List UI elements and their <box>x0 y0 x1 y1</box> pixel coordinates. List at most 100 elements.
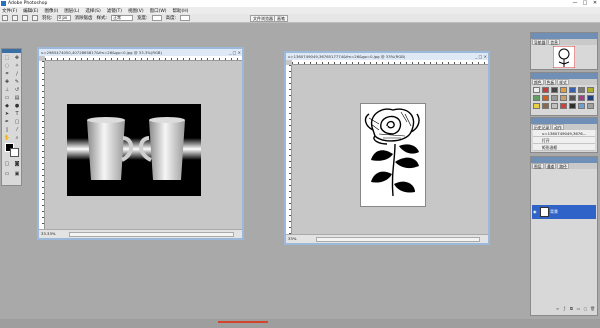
style-select[interactable]: 正常 <box>111 15 134 21</box>
tab-paths[interactable]: 路径 <box>557 163 569 169</box>
move-tool-icon[interactable]: ✥ <box>13 55 21 62</box>
vertical-ruler[interactable] <box>39 61 45 229</box>
new-layer-icon[interactable]: ▢ <box>583 306 588 311</box>
zoom-level[interactable]: 33.33% <box>41 231 55 236</box>
antialias-label[interactable]: 消除锯齿 <box>75 15 93 21</box>
document-title-bar[interactable]: u=1360749049,3676517774&fm=26&gp=0.jpg @… <box>286 53 488 60</box>
style-swatch[interactable] <box>542 87 549 93</box>
notes-tool-icon[interactable]: ▯ <box>3 127 11 134</box>
crop-tool-icon[interactable]: ⌗ <box>3 71 11 78</box>
feather-field[interactable]: 0 px <box>56 15 71 21</box>
type-tool-icon[interactable]: T <box>13 111 21 118</box>
menu-window[interactable]: 窗口(W) <box>150 8 167 14</box>
dodge-tool-icon[interactable]: ● <box>13 103 21 110</box>
eyedropper-icon[interactable]: ⁄ <box>13 127 21 134</box>
tab-styles[interactable]: 样式 <box>557 79 569 85</box>
style-swatch[interactable] <box>533 103 540 109</box>
style-swatch[interactable] <box>533 87 540 93</box>
new-group-icon[interactable]: ▭ <box>576 306 581 311</box>
style-swatch[interactable] <box>542 95 549 101</box>
document-window-controls[interactable]: _ □ × <box>229 49 241 56</box>
shape-tool-icon[interactable]: ▢ <box>13 119 21 126</box>
menu-filter[interactable]: 滤镜(T) <box>107 8 122 14</box>
tab-swatches[interactable]: 色板 <box>544 79 557 85</box>
style-swatch[interactable] <box>533 95 540 101</box>
close-button[interactable]: ✕ <box>590 0 600 7</box>
hand-tool-icon[interactable]: ✋ <box>3 135 11 142</box>
quick-mask-on-icon[interactable]: ◙ <box>13 161 21 168</box>
new-selection-icon[interactable] <box>12 15 18 21</box>
document-title-bar[interactable]: u=2985474050,4072865817&fm=26&gp=0.jpg @… <box>39 49 242 56</box>
eye-icon[interactable]: ◉ <box>533 205 537 219</box>
document-window-rose[interactable]: u=1360749049,3676517774&fm=26&gp=0.jpg @… <box>284 51 490 245</box>
trash-icon[interactable]: 🗑 <box>590 306 595 311</box>
healing-brush-icon[interactable]: ✚ <box>3 79 11 86</box>
screen-mode-icon[interactable]: ▭ <box>3 171 11 178</box>
style-swatch[interactable] <box>542 103 549 109</box>
menu-image[interactable]: 图像(I) <box>44 8 58 14</box>
tab-channels[interactable]: 通道 <box>544 163 557 169</box>
horizontal-ruler[interactable] <box>292 60 488 65</box>
style-swatch[interactable] <box>578 103 585 109</box>
magic-wand-icon[interactable]: ✧ <box>13 63 21 70</box>
path-select-icon[interactable]: ➤ <box>3 111 11 118</box>
quick-mask-off-icon[interactable]: ▢ <box>3 161 11 168</box>
width-field[interactable] <box>151 15 162 21</box>
clone-stamp-icon[interactable]: ⊥ <box>3 87 11 94</box>
style-swatch[interactable] <box>551 87 558 93</box>
style-swatch[interactable] <box>587 87 594 93</box>
style-swatch[interactable] <box>551 103 558 109</box>
style-swatch[interactable] <box>551 95 558 101</box>
add-selection-icon[interactable] <box>22 15 28 21</box>
link-layers-icon[interactable]: ∞ <box>555 306 560 311</box>
menu-file[interactable]: 文件(F) <box>2 8 17 14</box>
style-swatch[interactable] <box>578 95 585 101</box>
file-browser-tab[interactable]: 文件浏览器 <box>250 15 276 22</box>
tab-color[interactable]: 颜色 <box>532 79 544 85</box>
zoom-tool-icon[interactable]: ⌕ <box>13 135 21 142</box>
tab-navigator[interactable]: 导航器 <box>532 39 548 45</box>
style-swatch[interactable] <box>587 95 594 101</box>
horizontal-scrollbar[interactable] <box>69 232 234 237</box>
history-item-marquee[interactable]: 矩形选框 <box>533 144 595 151</box>
full-screen-icon[interactable]: ▣ <box>13 171 21 178</box>
style-swatch[interactable] <box>587 103 594 109</box>
style-swatch[interactable] <box>560 103 567 109</box>
layer-row-background[interactable]: ◉ 背景 <box>532 205 596 219</box>
style-swatch[interactable] <box>560 95 567 101</box>
menu-view[interactable]: 视图(V) <box>128 8 144 14</box>
zoom-level[interactable]: 33% <box>288 236 296 241</box>
history-snapshot[interactable]: u=1360749049,3676... <box>533 130 595 137</box>
marquee-preset-icon[interactable] <box>2 15 8 21</box>
layer-style-icon[interactable]: ƒ <box>562 306 567 311</box>
history-item-open[interactable]: 打开 <box>533 137 595 144</box>
style-swatch[interactable] <box>560 87 567 93</box>
eraser-tool-icon[interactable]: ▭ <box>3 95 11 102</box>
lasso-tool-icon[interactable]: ◌ <box>3 63 11 70</box>
style-swatch[interactable] <box>569 95 576 101</box>
tab-info[interactable]: 信息 <box>548 39 560 45</box>
tab-layers[interactable]: 图层 <box>532 163 544 169</box>
vertical-ruler[interactable] <box>286 65 292 234</box>
gradient-tool-icon[interactable]: ▤ <box>13 95 21 102</box>
navigator-thumbnail[interactable] <box>553 46 575 68</box>
menu-edit[interactable]: 编辑(E) <box>23 8 38 14</box>
maximize-button[interactable]: □ <box>580 0 590 7</box>
style-swatch[interactable] <box>569 103 576 109</box>
subtract-selection-icon[interactable] <box>32 15 38 21</box>
minimize-button[interactable]: — <box>570 0 580 7</box>
document-window-controls[interactable]: _ □ × <box>475 53 487 60</box>
pen-tool-icon[interactable]: ✒ <box>3 119 11 126</box>
brushes-tab[interactable]: 画笔 <box>274 15 288 22</box>
slice-tool-icon[interactable]: ∕ <box>13 71 21 78</box>
menu-help[interactable]: 帮助(H) <box>173 8 189 14</box>
document-window-cups[interactable]: u=2985474050,4072865817&fm=26&gp=0.jpg @… <box>37 47 244 240</box>
horizontal-ruler[interactable] <box>45 56 242 61</box>
style-swatch[interactable] <box>578 87 585 93</box>
menu-layer[interactable]: 图层(L) <box>64 8 79 14</box>
menu-select[interactable]: 选择(S) <box>85 8 100 14</box>
blur-tool-icon[interactable]: ◆ <box>3 103 11 110</box>
add-mask-icon[interactable]: ◘ <box>569 306 574 311</box>
marquee-tool-icon[interactable]: ⬚ <box>3 55 11 62</box>
horizontal-scrollbar[interactable] <box>316 237 480 242</box>
